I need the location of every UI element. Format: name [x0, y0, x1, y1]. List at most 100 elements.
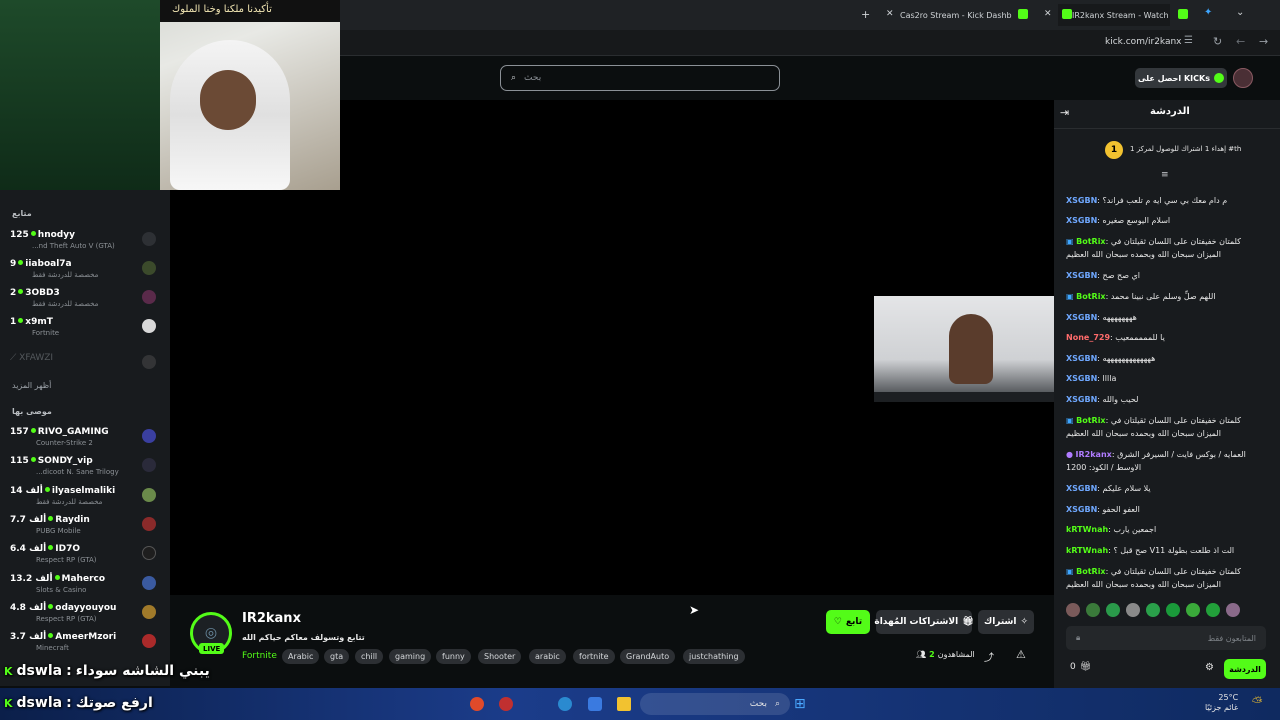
emote-icon[interactable] [1126, 603, 1140, 617]
tab-kick-dashboard[interactable]: Cas2ro Stream - Kick Dashboar [900, 4, 1012, 26]
chrome-icon[interactable] [470, 697, 484, 711]
tab-ir2kanx-stream[interactable]: IR2kanx Stream - Watch Liv [1058, 4, 1170, 26]
kick-icon: K [4, 664, 13, 678]
subscribe-button[interactable]: اشتراك ✧ [978, 610, 1034, 634]
report-icon[interactable]: ⚠ [1016, 648, 1026, 661]
stream-category-link[interactable]: Fortnite [242, 651, 277, 661]
chat-username[interactable]: kRTWnah [1066, 546, 1108, 555]
app-icon[interactable] [499, 697, 513, 711]
sidebar-item-xfawzi[interactable]: ⟋ XFAWZI [10, 353, 160, 381]
chat-username[interactable]: BotRix [1076, 416, 1105, 425]
kicks-counter[interactable]: 0 🎁︎ [1070, 662, 1091, 672]
pinned-toggle-icon[interactable]: ≡ [1161, 170, 1169, 180]
tag-chip[interactable]: gta [324, 649, 350, 664]
sidebar-item-raydin[interactable]: 7.7 ألف Raydin PUBG Mobile [10, 515, 160, 543]
emote-icon[interactable] [1146, 603, 1160, 617]
sidebar-item-iiaboal7a[interactable]: 9 iiaboal7a مخصصة للدردشة فقط [10, 259, 160, 287]
share-icon[interactable]: ⤴ [984, 649, 994, 664]
user-avatar[interactable] [1233, 68, 1253, 88]
reader-mode-icon[interactable]: ☰ [1184, 35, 1193, 46]
chat-username[interactable]: BotRix [1076, 567, 1105, 576]
channel-avatar [142, 261, 156, 275]
chat-message: XSGBN: ههههههههه [1066, 313, 1137, 322]
sidebar-item-odayyouyou[interactable]: 4.8 ألف odayyouyou Respect RP (GTA) [10, 603, 160, 631]
forward-icon[interactable]: → [1259, 35, 1268, 48]
search-input[interactable]: ⌕ بحث [500, 65, 780, 91]
tag-chip[interactable]: funny [436, 649, 471, 664]
tag-chip[interactable]: GrandAuto [620, 649, 676, 664]
chat-message: XSGBN: يلا سلام عليكم [1066, 484, 1151, 493]
chat-username[interactable]: BotRix [1076, 237, 1105, 246]
live-dot-icon [30, 457, 36, 462]
tag-chip[interactable]: Arabic [282, 649, 320, 664]
chat-input[interactable]: 🔒︎ المتابعون فقط [1066, 626, 1266, 650]
sidebar-item-rivo-gaming[interactable]: 157 RIVO_GAMING Counter-Strike 2 [10, 427, 160, 455]
sidebar-item-ilyaselmaliki[interactable]: 14 ألف ilyaselmaliki مخصصة للدردشة فقط [10, 486, 160, 514]
emote-icon[interactable] [1166, 603, 1180, 617]
sidebar-item-ameermzori[interactable]: 3.7 ألف AmeerMzori Minecraft [10, 632, 160, 660]
chat-username[interactable]: XSGBN [1066, 395, 1097, 404]
tag-chip[interactable]: fortnite [573, 649, 615, 664]
close-tab-icon[interactable]: ✕ [886, 9, 894, 19]
tag-chip[interactable]: Shooter [478, 649, 522, 664]
tag-chip[interactable]: justchathing [683, 649, 745, 664]
chat-username[interactable]: XSGBN [1066, 313, 1097, 322]
get-kicks-button[interactable]: احصل على KICKs [1135, 68, 1227, 88]
chat-username[interactable]: XSGBN [1066, 196, 1097, 205]
weather-desc: غائم جزئيًا [1205, 703, 1239, 712]
settings-icon[interactable]: ⚙ [1205, 662, 1214, 673]
chat-username[interactable]: XSGBN [1066, 271, 1097, 280]
kick-favicon-icon [1178, 9, 1188, 19]
close-tab-icon[interactable]: ✕ [1044, 9, 1052, 19]
chat-username[interactable]: XSGBN [1066, 505, 1097, 514]
url-field[interactable]: kick.com/ir2kanx [1105, 37, 1182, 47]
channel-name: SONDY_vip [37, 456, 93, 466]
tag-chip[interactable]: chill [355, 649, 384, 664]
chat-username[interactable]: XSGBN [1066, 354, 1097, 363]
emote-icon[interactable] [1086, 603, 1100, 617]
send-chat-button[interactable]: الدردشة [1224, 659, 1266, 679]
chat-username[interactable]: BotRix [1076, 292, 1105, 301]
windows-start-icon[interactable]: ⊞ [794, 696, 806, 712]
chat-username[interactable]: None_729 [1066, 333, 1110, 342]
sidebar-item-hnodyy[interactable]: 125 hnodyy ...nd Theft Auto V (GTA) [10, 230, 160, 258]
sidebar-item-sondy-vip[interactable]: 115 SONDY_vip ...dicoot N. Sane Trilogy [10, 456, 160, 484]
chat-username[interactable]: IR2kanx [1076, 450, 1112, 459]
reload-icon[interactable]: ↻ [1213, 35, 1222, 48]
emote-icon[interactable] [1226, 603, 1240, 617]
chat-username[interactable]: XSGBN [1066, 484, 1097, 493]
tag-chip[interactable]: gaming [389, 649, 432, 664]
emote-icon[interactable] [1106, 603, 1120, 617]
menu-icon[interactable]: ⌄ [1236, 7, 1244, 18]
overlay-alert-line2: K dswla : ارفع صوتك [4, 695, 153, 711]
show-more-link[interactable]: أظهر المزيد [12, 381, 51, 390]
sidebar-item-maherco[interactable]: 13.2 ألف Maherco Slots & Casino [10, 574, 160, 602]
back-icon[interactable]: ← [1236, 35, 1245, 48]
chat-username[interactable]: XSGBN [1066, 216, 1097, 225]
sidebar-item-3obd3[interactable]: 2 3OBD3 مخصصة للدردشة فقط [10, 288, 160, 316]
file-explorer-icon[interactable] [617, 697, 631, 711]
gift-subs-button[interactable]: الاشتراكات المُهداة 🎁︎ [874, 610, 974, 634]
weather-widget[interactable]: 25°C غائم جزئيًا [1205, 693, 1238, 713]
app-icon[interactable] [588, 697, 602, 711]
tag-chip[interactable]: arabic [529, 649, 566, 664]
chat-title: الدردشة [1150, 106, 1190, 117]
chat-text: lllla [1102, 374, 1117, 383]
new-tab-button[interactable]: + [861, 8, 870, 21]
emote-icon[interactable] [1206, 603, 1220, 617]
chat-username[interactable]: XSGBN [1066, 374, 1097, 383]
follow-button[interactable]: ♡ تابع [826, 610, 870, 634]
chat-username[interactable]: kRTWnah [1066, 525, 1108, 534]
emote-icon[interactable] [1186, 603, 1200, 617]
webcam-overlay-top: تأكيدنا ملكنا وخنا الملوك [0, 0, 340, 190]
emote-icon[interactable] [1066, 603, 1080, 617]
taskbar-search[interactable]: بحث ⌕ [640, 693, 790, 715]
webcam-overlay-small [874, 296, 1054, 402]
channel-name[interactable]: IR2kanx [242, 611, 301, 626]
sidebar-item-id7o[interactable]: 6.4 ألف ID7O Respect RP (GTA) [10, 544, 160, 572]
extension-icon[interactable]: ✦ [1204, 7, 1212, 18]
sidebar-item-x9mt[interactable]: 1 x9mT Fortnite [10, 317, 160, 345]
collapse-chat-icon[interactable]: ⇥ [1060, 106, 1069, 119]
edge-icon[interactable] [558, 697, 572, 711]
chat-text: يا للمممممعيب [1115, 333, 1165, 342]
